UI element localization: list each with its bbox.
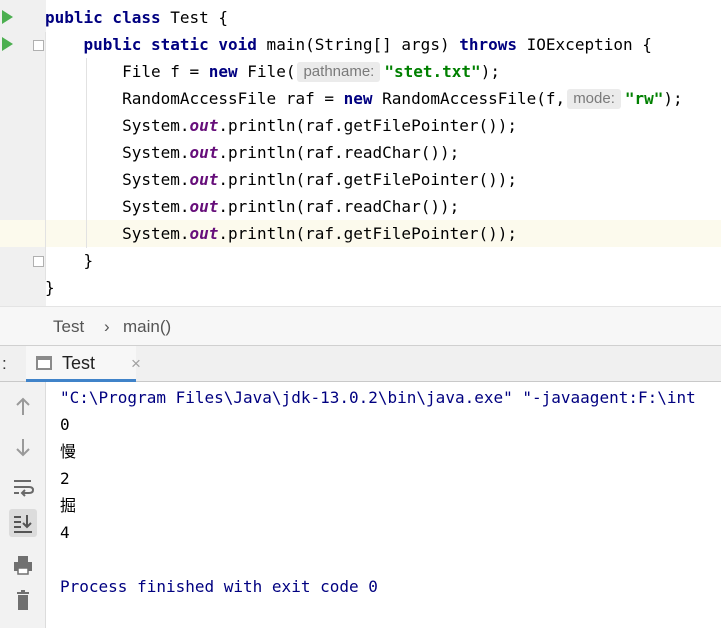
console-output-line: 慢 <box>60 442 77 461</box>
code-token: IOException { <box>517 35 652 54</box>
code-line[interactable]: File f = new File(pathname: "stet.txt"); <box>0 58 721 85</box>
trash-icon[interactable] <box>9 587 37 615</box>
code-token: System. <box>45 143 190 162</box>
code-token: System. <box>45 224 190 243</box>
code-token: RandomAccessFile(f, <box>372 89 566 108</box>
code-string: "rw" <box>624 89 664 108</box>
code-line-text: System.out.println(raf.readChar()); <box>45 139 459 166</box>
code-token: File f = <box>45 62 209 81</box>
code-token: ); <box>663 89 683 108</box>
code-line-text: File f = new File(pathname: "stet.txt"); <box>45 58 500 85</box>
parameter-hint: mode: <box>567 89 621 109</box>
code-keyword: throws <box>459 35 518 54</box>
scroll-to-end-icon[interactable] <box>9 509 37 537</box>
console-command-line: "C:\Program Files\Java\jdk-13.0.2\bin\ja… <box>60 388 696 407</box>
tab-close-icon[interactable]: × <box>131 354 141 374</box>
code-keyword: new <box>343 89 373 108</box>
code-token: System. <box>45 170 190 189</box>
indent-guide <box>45 32 46 280</box>
console-exit-message: Process finished with exit code 0 <box>60 577 378 596</box>
code-token: System. <box>45 116 190 135</box>
tab-label: Test <box>62 353 96 373</box>
code-line-text: System.out.println(raf.getFilePointer())… <box>45 166 517 193</box>
code-field: out <box>189 143 219 162</box>
code-line-text: public class Test { <box>45 4 228 31</box>
code-token: .println(raf.getFilePointer()); <box>218 116 518 135</box>
breadcrumb-class[interactable]: Test <box>53 317 84 337</box>
code-line[interactable]: System.out.println(raf.readChar()); <box>0 139 721 166</box>
code-token: .println(raf.getFilePointer()); <box>218 170 518 189</box>
code-editor[interactable]: public class Test { public static void m… <box>0 0 721 306</box>
code-line-text: System.out.println(raf.readChar()); <box>45 193 459 220</box>
code-token: ); <box>480 62 500 81</box>
run-panel-label: : <box>2 354 7 373</box>
code-string: "stet.txt" <box>384 62 481 81</box>
code-token: .println(raf.readChar()); <box>218 143 460 162</box>
up-arrow-icon[interactable] <box>9 393 37 421</box>
code-line-text: System.out.println(raf.getFilePointer())… <box>45 112 517 139</box>
code-line[interactable]: System.out.println(raf.getFilePointer())… <box>0 166 721 193</box>
code-line-text: } <box>45 274 55 301</box>
code-token: System. <box>45 197 190 216</box>
fold-method-icon[interactable] <box>33 40 44 51</box>
code-token: RandomAccessFile raf = <box>45 89 344 108</box>
code-field: out <box>189 224 219 243</box>
print-icon[interactable] <box>9 551 37 579</box>
run-tab-bar: : Test × <box>0 346 721 382</box>
console-output-line: 4 <box>60 523 70 542</box>
console-output-line: 2 <box>60 469 70 488</box>
code-keyword: new <box>208 62 238 81</box>
fold-end-icon[interactable] <box>33 256 44 267</box>
code-keyword: public static void <box>83 35 257 54</box>
code-token: Test { <box>160 8 229 27</box>
code-token: } <box>45 278 55 297</box>
code-field: out <box>189 170 219 189</box>
breadcrumb-separator: › <box>104 317 110 336</box>
code-line[interactable]: RandomAccessFile raf = new RandomAccessF… <box>0 85 721 112</box>
run-class-icon[interactable] <box>2 10 13 24</box>
code-line-text: RandomAccessFile raf = new RandomAccessF… <box>45 85 683 112</box>
down-arrow-icon[interactable] <box>9 433 37 461</box>
tab-run-test[interactable]: Test × <box>26 346 141 382</box>
code-field: out <box>189 197 219 216</box>
breadcrumb-method[interactable]: main() <box>123 317 171 337</box>
run-main-icon[interactable] <box>2 37 13 51</box>
code-token: File( <box>237 62 296 81</box>
code-line-text: } <box>45 247 94 274</box>
code-token: main(String[] args) <box>256 35 460 54</box>
code-line[interactable]: } <box>0 247 721 274</box>
console-icon <box>36 356 52 370</box>
soft-wrap-icon[interactable] <box>9 473 37 501</box>
code-line[interactable]: System.out.println(raf.readChar()); <box>0 193 721 220</box>
code-line[interactable]: public class Test { <box>0 4 721 31</box>
parameter-hint: pathname: <box>297 62 381 82</box>
console-output-line: 0 <box>60 415 70 434</box>
code-line-text: public static void main(String[] args) t… <box>45 31 652 58</box>
console-output-line: 掘 <box>60 496 77 515</box>
indent-guide <box>86 58 87 248</box>
console-output[interactable]: "C:\Program Files\Java\jdk-13.0.2\bin\ja… <box>46 382 721 628</box>
console-toolbar <box>0 382 46 628</box>
code-token: .println(raf.getFilePointer()); <box>218 224 518 243</box>
code-keyword: public class <box>45 8 161 27</box>
code-token: .println(raf.readChar()); <box>218 197 460 216</box>
code-line[interactable]: public static void main(String[] args) t… <box>0 31 721 58</box>
breadcrumb: Test › main() <box>0 306 721 346</box>
code-line[interactable]: } <box>0 274 721 301</box>
code-token: } <box>45 251 94 270</box>
code-line[interactable]: System.out.println(raf.getFilePointer())… <box>0 220 721 247</box>
code-field: out <box>189 116 219 135</box>
code-line[interactable]: System.out.println(raf.getFilePointer())… <box>0 112 721 139</box>
code-line-text: System.out.println(raf.getFilePointer())… <box>45 220 517 247</box>
